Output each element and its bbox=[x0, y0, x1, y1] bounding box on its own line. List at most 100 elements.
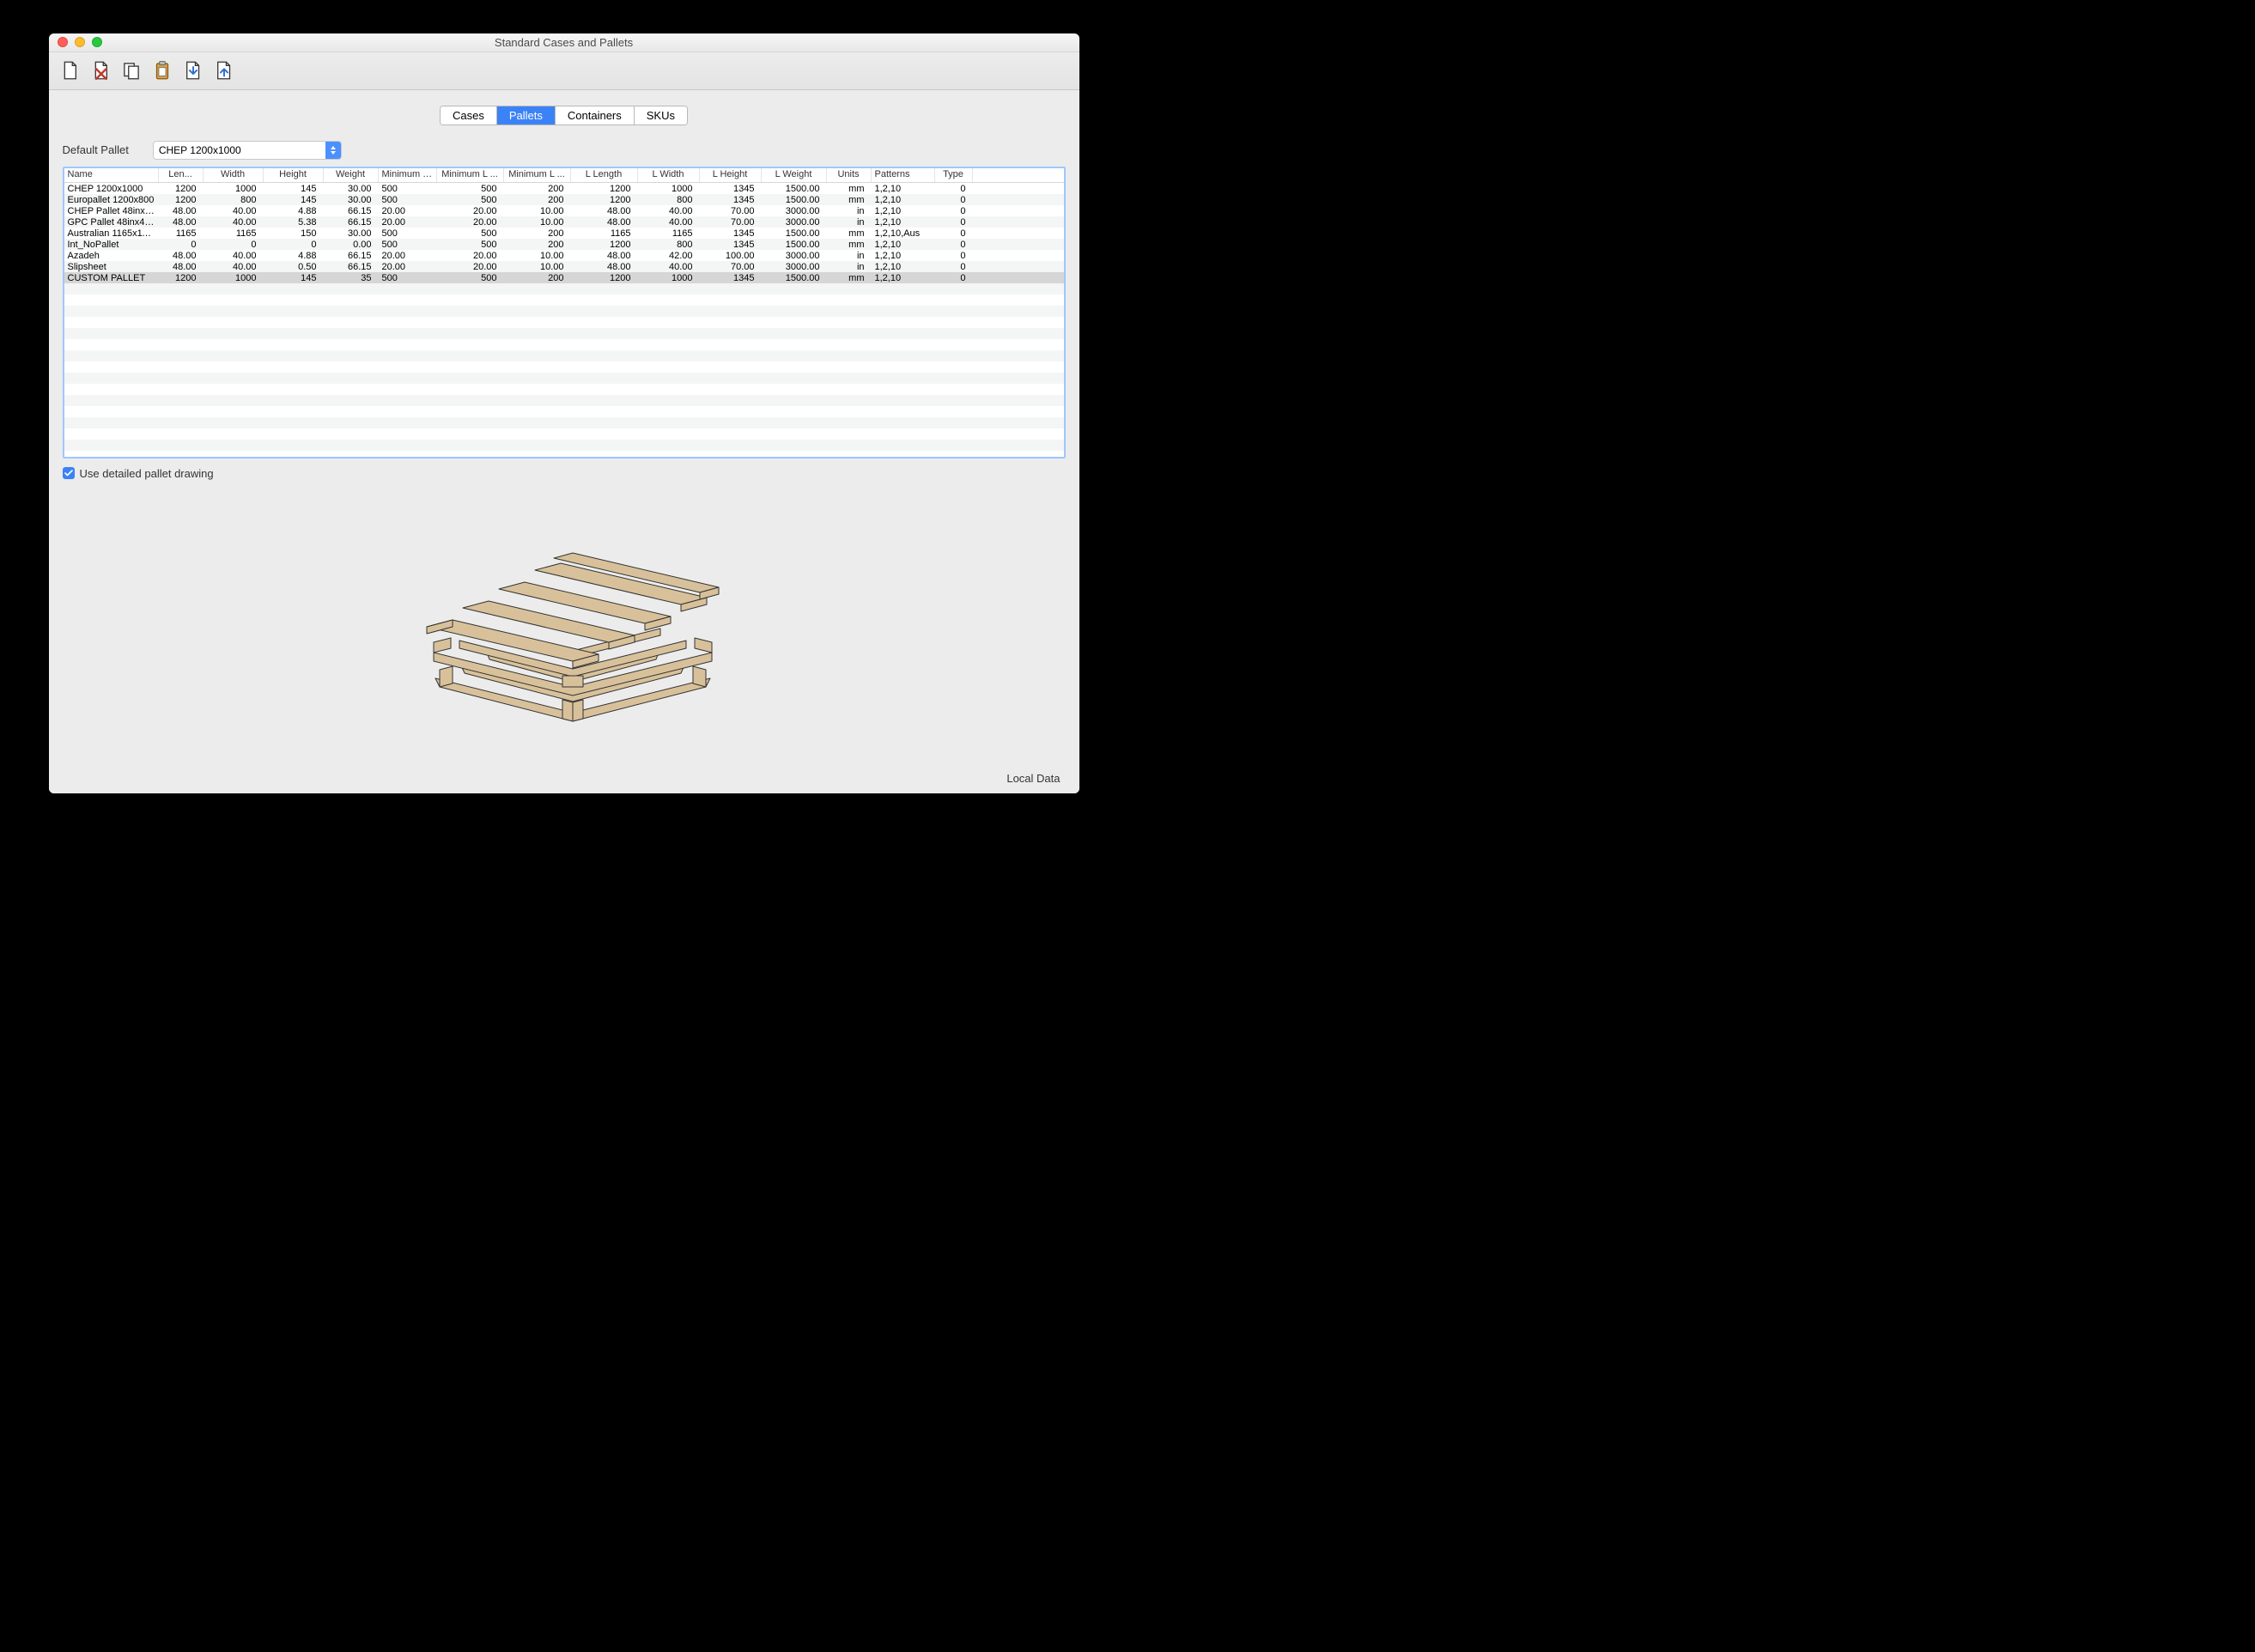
cell-ml1: 20.00 bbox=[379, 250, 437, 261]
cell-ml1: 500 bbox=[379, 239, 437, 250]
cell-lh: 1345 bbox=[700, 239, 762, 250]
col-header[interactable]: Len... bbox=[159, 168, 204, 182]
cell-len: 1165 bbox=[159, 228, 204, 239]
content-area: CasesPalletsContainersSKUs Default Palle… bbox=[49, 90, 1079, 793]
cell-hei: 4.88 bbox=[264, 205, 324, 216]
cell-ml1: 20.00 bbox=[379, 261, 437, 272]
copy-button[interactable] bbox=[118, 57, 145, 84]
default-pallet-select[interactable] bbox=[153, 141, 342, 160]
cell-lh: 100.00 bbox=[700, 250, 762, 261]
col-header[interactable]: Patterns bbox=[872, 168, 935, 182]
import-button[interactable] bbox=[179, 57, 207, 84]
col-header[interactable]: Minimum L ... bbox=[437, 168, 504, 182]
cell-ml2: 500 bbox=[437, 239, 504, 250]
cell-unit: mm bbox=[827, 239, 872, 250]
cell-wgt: 0.00 bbox=[324, 239, 379, 250]
cell-name: GPC Pallet 48inx40in bbox=[64, 216, 159, 228]
detailed-drawing-checkbox[interactable] bbox=[63, 467, 75, 479]
cell-hei: 0.50 bbox=[264, 261, 324, 272]
cell-wid: 40.00 bbox=[204, 261, 264, 272]
cell-lw: 40.00 bbox=[638, 261, 700, 272]
cell-lw: 40.00 bbox=[638, 216, 700, 228]
cell-unit: in bbox=[827, 250, 872, 261]
cell-len: 48.00 bbox=[159, 216, 204, 228]
footer-status: Local Data bbox=[63, 770, 1066, 788]
cell-lwg: 3000.00 bbox=[762, 216, 827, 228]
cell-pat: 1,2,10 bbox=[872, 250, 935, 261]
cell-ml3: 200 bbox=[504, 272, 571, 283]
table-row[interactable]: GPC Pallet 48inx40in48.0040.005.3866.152… bbox=[64, 216, 1064, 228]
cell-unit: in bbox=[827, 205, 872, 216]
default-pallet-row: Default Pallet bbox=[63, 141, 1066, 160]
cell-lwg: 1500.00 bbox=[762, 272, 827, 283]
table-row[interactable]: CUSTOM PALLET120010001453550050020012001… bbox=[64, 272, 1064, 283]
cell-wid: 1165 bbox=[204, 228, 264, 239]
cell-lh: 70.00 bbox=[700, 261, 762, 272]
tab-skus[interactable]: SKUs bbox=[635, 106, 687, 125]
cell-ml2: 500 bbox=[437, 272, 504, 283]
cell-name: CHEP 1200x1000 bbox=[64, 183, 159, 194]
cell-ml1: 20.00 bbox=[379, 205, 437, 216]
cell-ml3: 200 bbox=[504, 228, 571, 239]
table-row-empty bbox=[64, 384, 1064, 395]
cell-ml2: 500 bbox=[437, 183, 504, 194]
export-button[interactable] bbox=[210, 57, 238, 84]
detailed-drawing-row: Use detailed pallet drawing bbox=[63, 467, 1066, 480]
table-body[interactable]: CHEP 1200x10001200100014530.005005002001… bbox=[64, 183, 1064, 457]
col-header[interactable]: Minimum L ... bbox=[504, 168, 571, 182]
cell-lw: 1000 bbox=[638, 183, 700, 194]
table-row[interactable]: CHEP 1200x10001200100014530.005005002001… bbox=[64, 183, 1064, 194]
table-row[interactable]: Slipsheet48.0040.000.5066.1520.0020.0010… bbox=[64, 261, 1064, 272]
col-header[interactable]: Name bbox=[64, 168, 159, 182]
table-row-empty bbox=[64, 440, 1064, 451]
cell-ml1: 500 bbox=[379, 183, 437, 194]
cell-len: 1200 bbox=[159, 194, 204, 205]
paste-button[interactable] bbox=[149, 57, 176, 84]
titlebar: Standard Cases and Pallets bbox=[49, 33, 1079, 52]
detailed-drawing-label: Use detailed pallet drawing bbox=[80, 467, 214, 480]
tab-containers[interactable]: Containers bbox=[556, 106, 635, 125]
table-row[interactable]: CHEP Pallet 48inx4...48.0040.004.8866.15… bbox=[64, 205, 1064, 216]
col-header[interactable]: Type bbox=[935, 168, 973, 182]
col-header[interactable]: Units bbox=[827, 168, 872, 182]
zoom-button[interactable] bbox=[92, 37, 102, 47]
col-header[interactable]: Minimum L ... bbox=[379, 168, 437, 182]
table-row[interactable]: Azadeh48.0040.004.8866.1520.0020.0010.00… bbox=[64, 250, 1064, 261]
cell-wid: 0 bbox=[204, 239, 264, 250]
cell-pat: 1,2,10 bbox=[872, 194, 935, 205]
cell-wgt: 66.15 bbox=[324, 250, 379, 261]
cell-ll: 48.00 bbox=[571, 216, 638, 228]
cell-pat: 1,2,10,Aus bbox=[872, 228, 935, 239]
table-row[interactable]: Australian 1165x11651165116515030.005005… bbox=[64, 228, 1064, 239]
cell-wgt: 30.00 bbox=[324, 228, 379, 239]
tab-pallets[interactable]: Pallets bbox=[497, 106, 556, 125]
col-header[interactable]: Weight bbox=[324, 168, 379, 182]
cell-lw: 800 bbox=[638, 194, 700, 205]
tab-cases[interactable]: Cases bbox=[441, 106, 497, 125]
cell-wgt: 30.00 bbox=[324, 183, 379, 194]
cell-wid: 40.00 bbox=[204, 216, 264, 228]
col-header[interactable]: Width bbox=[204, 168, 264, 182]
cell-hei: 150 bbox=[264, 228, 324, 239]
cell-typ: 0 bbox=[935, 183, 973, 194]
cell-wid: 1000 bbox=[204, 272, 264, 283]
col-header[interactable]: L Width bbox=[638, 168, 700, 182]
table-row-empty bbox=[64, 373, 1064, 384]
cell-len: 1200 bbox=[159, 272, 204, 283]
delete-doc-button[interactable] bbox=[87, 57, 114, 84]
table-row[interactable]: Int_NoPallet0000.00500500200120080013451… bbox=[64, 239, 1064, 250]
col-header[interactable]: L Height bbox=[700, 168, 762, 182]
table-row[interactable]: Europallet 1200x800120080014530.00500500… bbox=[64, 194, 1064, 205]
minimize-button[interactable] bbox=[75, 37, 85, 47]
col-header[interactable]: L Weight bbox=[762, 168, 827, 182]
cell-unit: in bbox=[827, 261, 872, 272]
close-button[interactable] bbox=[58, 37, 68, 47]
cell-ml2: 500 bbox=[437, 194, 504, 205]
new-doc-button[interactable] bbox=[56, 57, 83, 84]
cell-lwg: 3000.00 bbox=[762, 205, 827, 216]
cell-len: 48.00 bbox=[159, 205, 204, 216]
col-header[interactable]: Height bbox=[264, 168, 324, 182]
col-header[interactable]: L Length bbox=[571, 168, 638, 182]
cell-unit: mm bbox=[827, 272, 872, 283]
cell-ll: 48.00 bbox=[571, 250, 638, 261]
